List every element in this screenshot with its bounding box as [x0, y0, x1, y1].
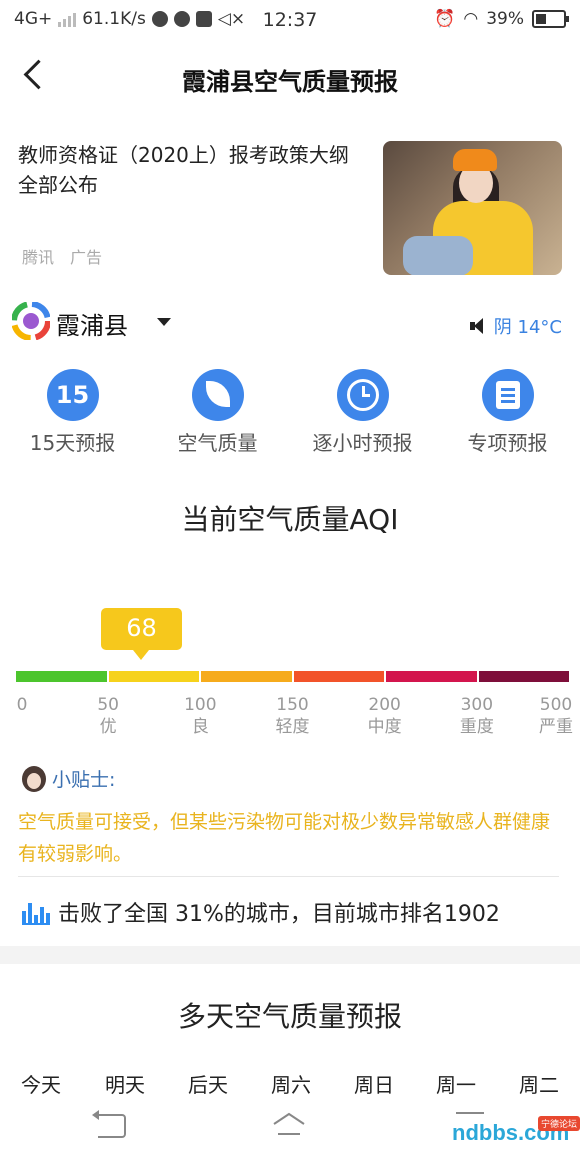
- forecast-day-tab[interactable]: 周一: [421, 1069, 491, 1098]
- aqi-scale-label: 150 轻度: [275, 695, 310, 737]
- aqi-scale-label: 50 优: [97, 695, 119, 737]
- weather-summary[interactable]: 阴 14°C: [469, 313, 562, 339]
- ad-source: 腾讯: [22, 248, 55, 267]
- chevron-down-icon[interactable]: [157, 318, 171, 326]
- ad-tag: 广告: [70, 248, 103, 267]
- menu-special[interactable]: 专项预报: [435, 369, 580, 456]
- tip-text: 空气质量可接受，但某些污染物可能对极少数异常敏感人群健康有较弱影响。: [18, 811, 551, 865]
- app-logo-icon: [12, 302, 50, 340]
- menu-hourly[interactable]: 逐小时预报: [290, 369, 435, 456]
- battery-icon: [532, 10, 569, 28]
- nav-back-icon[interactable]: [92, 1110, 126, 1138]
- forecast-day-tab[interactable]: 周日: [339, 1069, 409, 1098]
- page-title: 霞浦县空气质量预报: [182, 68, 398, 96]
- forecast-day-tab[interactable]: 后天: [173, 1069, 243, 1098]
- aqi-scale-label: 300 重度: [459, 695, 494, 737]
- aqi-title: 当前空气质量AQI: [181, 503, 399, 536]
- aqi-value-badge: 68: [101, 608, 182, 660]
- menu-label: 15天预报: [29, 431, 116, 455]
- wifi-icon: ◠: [463, 9, 479, 29]
- nav-menu-icon[interactable]: [456, 1112, 484, 1114]
- aqi-segment-4: [386, 671, 477, 682]
- forecast-day-tab[interactable]: 明天: [90, 1069, 160, 1098]
- menu-label: 专项预报: [467, 431, 548, 455]
- ad-headline[interactable]: 教师资格证（2020上）报考政策大纲全部公布: [18, 140, 363, 200]
- aqi-scale-labels: 0 50 优 100 良 150 轻度 200 中度 300 重度 500 严重: [0, 694, 580, 744]
- menu-label: 逐小时预报: [312, 431, 413, 455]
- ad-meta: 腾讯 广告: [22, 244, 102, 268]
- status-bar: 4G+ 61.1K/s ◁× 12:37 ⏰ ◠ 39%: [0, 0, 580, 40]
- alarm-icon: ⏰: [434, 9, 456, 29]
- aqi-segment-3: [293, 671, 384, 682]
- aqi-scale-label: 500 严重: [539, 695, 573, 737]
- clock-icon: [336, 369, 389, 421]
- watermark-tag: 宁德论坛: [538, 1116, 580, 1131]
- clipboard-icon: [481, 369, 534, 421]
- rank-text: 击败了全国 31%的城市，目前城市排名1902: [58, 902, 500, 927]
- nav-home-icon[interactable]: [272, 1112, 306, 1136]
- leaf-icon: [191, 369, 244, 421]
- weather-text: 阴 14°C: [493, 317, 562, 338]
- section-gap: [0, 946, 580, 964]
- divider: [18, 876, 559, 877]
- speaker-icon[interactable]: [469, 318, 486, 334]
- forecast-day-tab[interactable]: 今天: [6, 1069, 76, 1098]
- ad-image[interactable]: [383, 141, 562, 275]
- calendar-15-icon: 15: [46, 369, 99, 421]
- bar-chart-icon: [22, 899, 50, 925]
- aqi-segment-5: [478, 671, 569, 682]
- aqi-scale-label: 100 良: [184, 695, 217, 737]
- menu-air-quality[interactable]: 空气质量: [145, 369, 290, 456]
- app-header: 霞浦县空气质量预报: [0, 52, 580, 108]
- battery-percent: 39%: [486, 9, 524, 29]
- aqi-scale-bar: [16, 671, 569, 682]
- aqi-segment-0: [16, 671, 107, 682]
- menu-15day[interactable]: 15 15天预报: [0, 369, 145, 456]
- tip-title: 小贴士:: [52, 769, 116, 791]
- forecast-day-tab[interactable]: 周二: [504, 1069, 574, 1098]
- tip-header: 小贴士:: [22, 765, 115, 792]
- forecast-day-tab[interactable]: 周六: [256, 1069, 326, 1098]
- status-right: ⏰ ◠ 39%: [434, 9, 569, 29]
- city-rank: 击败了全国 31%的城市，目前城市排名1902: [22, 896, 500, 928]
- aqi-scale-label: 0: [16, 695, 28, 715]
- aqi-segment-1: [108, 671, 199, 682]
- aqi-segment-2: [201, 671, 292, 682]
- avatar-icon: [22, 765, 46, 792]
- menu-label: 空气质量: [177, 431, 258, 455]
- aqi-scale-label: 200 中度: [367, 695, 402, 737]
- forecast-title: 多天空气质量预报: [177, 1000, 402, 1033]
- city-name[interactable]: 霞浦县: [56, 306, 128, 341]
